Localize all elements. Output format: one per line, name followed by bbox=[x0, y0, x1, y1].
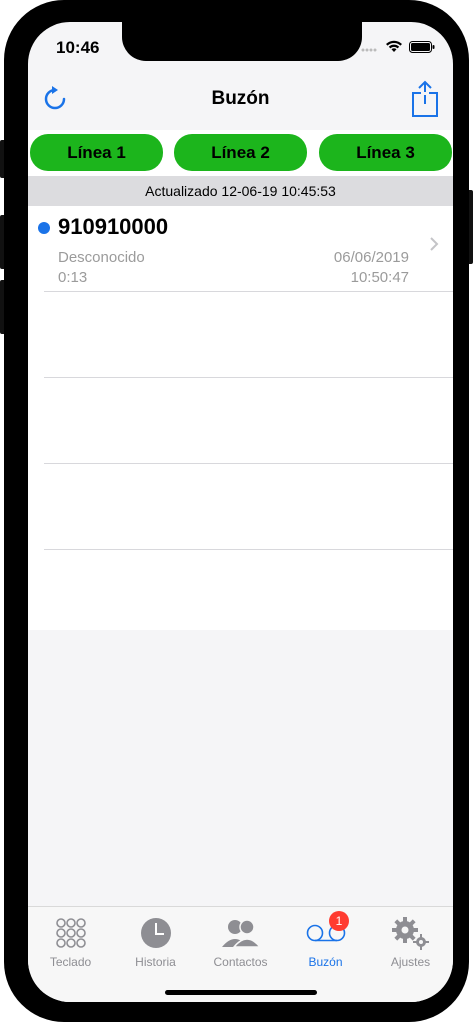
status-icons bbox=[361, 40, 435, 58]
tab-voicemail[interactable]: 1 Buzón bbox=[283, 911, 368, 969]
line-2-button[interactable]: Línea 2 bbox=[174, 134, 307, 171]
empty-row bbox=[44, 464, 453, 550]
message-duration: 0:13 bbox=[58, 269, 88, 286]
keypad-icon bbox=[28, 915, 113, 951]
tab-label: Historia bbox=[135, 955, 176, 969]
line-3-button[interactable]: Línea 3 bbox=[319, 134, 452, 171]
unread-badge: 1 bbox=[329, 911, 349, 931]
chevron-right-icon bbox=[429, 236, 439, 257]
tab-label: Teclado bbox=[49, 955, 92, 969]
navigation-bar: Buzón bbox=[28, 72, 453, 128]
line-1-button[interactable]: Línea 1 bbox=[30, 134, 163, 171]
contacts-icon bbox=[198, 915, 283, 951]
message-time: 10:50:47 bbox=[350, 269, 409, 286]
tab-label: Buzón bbox=[308, 955, 343, 969]
tab-keypad[interactable]: Teclado bbox=[28, 915, 113, 969]
line-selector: Línea 1 Línea 2 Línea 3 bbox=[28, 130, 453, 176]
share-icon[interactable] bbox=[411, 80, 439, 118]
clock-icon bbox=[113, 915, 198, 951]
unread-dot bbox=[38, 222, 50, 234]
tab-settings[interactable]: Ajustes bbox=[368, 915, 453, 969]
empty-row bbox=[44, 292, 453, 378]
voicemail-list: 910910000 Desconocido 0:13 06/06/2019 10… bbox=[28, 206, 453, 630]
message-date: 06/06/2019 bbox=[333, 249, 409, 266]
battery-icon bbox=[409, 40, 435, 58]
tab-contacts[interactable]: Contactos bbox=[198, 915, 283, 969]
voicemail-row[interactable]: 910910000 Desconocido 0:13 06/06/2019 10… bbox=[38, 206, 453, 292]
status-time: 10:46 bbox=[56, 38, 100, 57]
tab-history[interactable]: Historia bbox=[113, 915, 198, 969]
last-updated-banner: Actualizado 12-06-19 10:45:53 bbox=[28, 176, 453, 206]
page-title: Buzón bbox=[211, 88, 270, 109]
empty-row bbox=[44, 378, 453, 464]
screen: 10:46 Buzón Línea 1 Línea 2 Línea 3 Actu… bbox=[28, 22, 453, 1002]
settings-icon bbox=[368, 915, 453, 951]
home-indicator[interactable] bbox=[165, 990, 317, 995]
caller-name: Desconocido bbox=[58, 249, 145, 266]
phone-frame: 10:46 Buzón Línea 1 Línea 2 Línea 3 Actu… bbox=[4, 0, 469, 1022]
voicemail-icon: 1 bbox=[283, 911, 368, 951]
tab-label: Ajustes bbox=[390, 955, 431, 969]
signal-icon bbox=[361, 40, 379, 58]
tab-label: Contactos bbox=[213, 955, 268, 969]
caller-number: 910910000 bbox=[58, 214, 169, 239]
tab-bar: Teclado Historia Contactos 1 Buzón Ajust… bbox=[28, 906, 453, 1002]
wifi-icon bbox=[385, 40, 403, 58]
notch bbox=[122, 22, 362, 61]
